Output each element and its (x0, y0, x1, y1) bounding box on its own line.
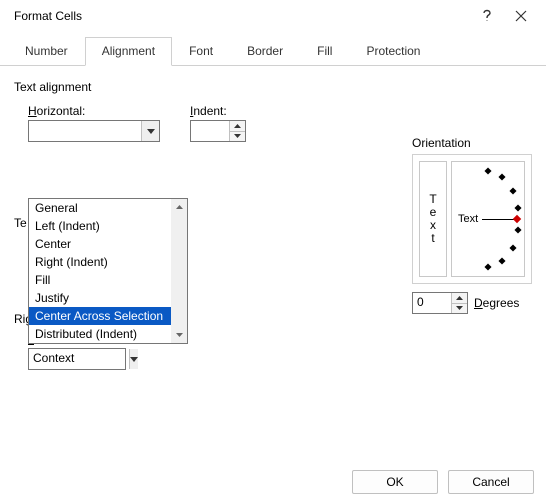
scroll-up-icon[interactable] (171, 199, 187, 215)
dialog-body: Text alignment Horizontal: Indent: (0, 66, 546, 370)
text-direction-value: Context (29, 349, 129, 369)
option-center-across-selection[interactable]: Center Across Selection (29, 307, 187, 325)
text-direction-combo[interactable]: Context (28, 348, 126, 370)
vtext-char: x (430, 220, 436, 231)
option-right-indent[interactable]: Right (Indent) (29, 253, 187, 271)
orientation-group-label: Orientation (412, 136, 532, 150)
option-general[interactable]: General (29, 199, 187, 217)
option-justify[interactable]: Justify (29, 289, 187, 307)
horizontal-dropdown-list[interactable]: General Left (Indent) Center Right (Inde… (28, 198, 188, 344)
indent-value (191, 121, 229, 141)
chevron-down-icon[interactable] (141, 121, 159, 141)
vtext-char: t (431, 233, 434, 244)
dial-tick (484, 263, 491, 270)
tab-protection[interactable]: Protection (349, 37, 437, 66)
dialog-footer: OK Cancel (352, 470, 534, 494)
option-left-indent[interactable]: Left (Indent) (29, 217, 187, 235)
tab-alignment[interactable]: Alignment (85, 37, 172, 66)
dial-tick (499, 173, 506, 180)
horizontal-combo[interactable] (28, 120, 160, 142)
option-distributed-indent[interactable]: Distributed (Indent) (29, 325, 187, 343)
indent-label: Indent: (190, 104, 246, 118)
dial-tick (484, 168, 491, 175)
titlebar: Format Cells (0, 0, 546, 32)
tab-number[interactable]: Number (8, 37, 85, 66)
dial-tick (510, 244, 517, 251)
dial-tick (499, 258, 506, 265)
dial-tick (515, 227, 522, 234)
window-title: Format Cells (8, 9, 470, 23)
chevron-down-icon[interactable] (129, 349, 138, 369)
ok-button[interactable]: OK (352, 470, 438, 494)
dial-text-label: Text (458, 213, 478, 225)
tab-font[interactable]: Font (172, 37, 230, 66)
dial-indicator (513, 215, 521, 223)
horizontal-combo-value (29, 121, 141, 141)
tab-border[interactable]: Border (230, 37, 300, 66)
scroll-down-icon[interactable] (171, 327, 187, 343)
option-center[interactable]: Center (29, 235, 187, 253)
dropdown-scrollbar[interactable] (171, 199, 187, 343)
horizontal-label: Horizontal: (28, 104, 160, 118)
indent-spinner[interactable] (190, 120, 246, 142)
tab-fill[interactable]: Fill (300, 37, 349, 66)
option-fill[interactable]: Fill (29, 271, 187, 289)
degrees-value: 0 (413, 293, 451, 313)
degrees-spinner[interactable]: 0 (412, 292, 468, 314)
text-alignment-group-label: Text alignment (14, 80, 532, 94)
spinner-down-icon[interactable] (230, 132, 245, 142)
vtext-char: e (430, 207, 437, 218)
cancel-button[interactable]: Cancel (448, 470, 534, 494)
degrees-label: Degrees (474, 296, 519, 310)
spinner-up-icon[interactable] (452, 293, 467, 304)
spinner-down-icon[interactable] (452, 304, 467, 314)
vertical-text-button[interactable]: T e x t (419, 161, 447, 277)
help-button[interactable] (470, 2, 504, 30)
dial-tick (515, 204, 522, 211)
orientation-group: Orientation T e x t Text (412, 136, 532, 314)
close-button[interactable] (504, 2, 538, 30)
vtext-char: T (429, 194, 436, 205)
dial-tick (510, 187, 517, 194)
orientation-dial[interactable]: Text (451, 161, 525, 277)
spinner-up-icon[interactable] (230, 121, 245, 132)
tab-strip: Number Alignment Font Border Fill Protec… (0, 36, 546, 66)
